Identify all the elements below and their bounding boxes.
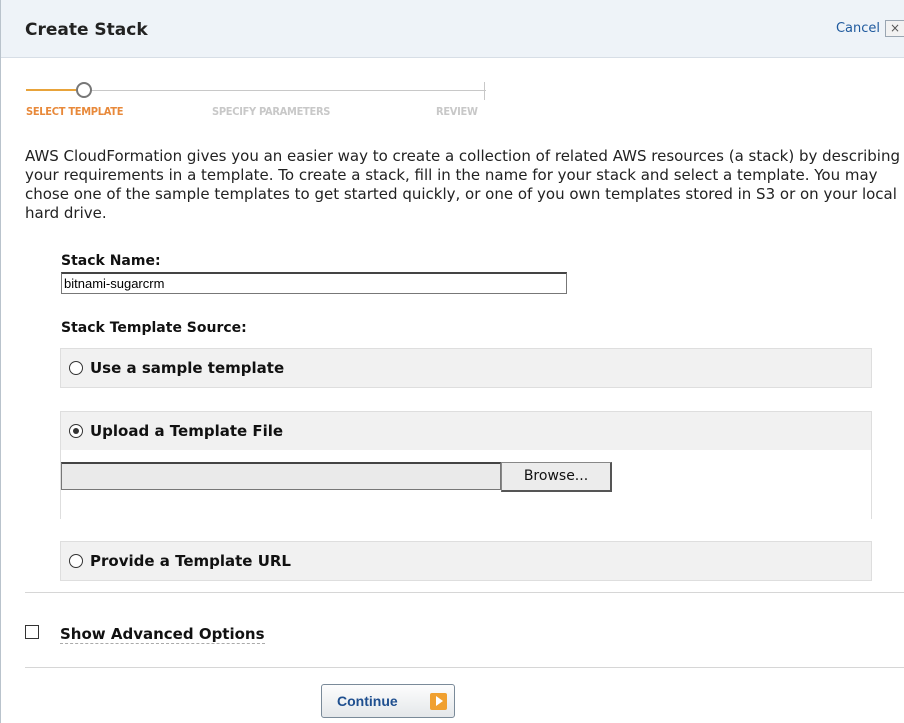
- advanced-options-checkbox[interactable]: [25, 625, 39, 639]
- radio-icon[interactable]: [69, 554, 83, 568]
- footer-divider: [25, 667, 904, 668]
- sample-template-radio-row[interactable]: Use a sample template: [69, 349, 284, 387]
- dialog-title: Create Stack: [25, 20, 148, 40]
- template-source-label: Stack Template Source:: [61, 320, 247, 336]
- wizard-progress: SELECT TEMPLATE SPECIFY PARAMETERS REVIE…: [26, 80, 486, 120]
- step-select-template: SELECT TEMPLATE: [26, 105, 124, 118]
- continue-button[interactable]: Continue: [321, 684, 455, 718]
- sample-template-option[interactable]: Use a sample template: [60, 348, 872, 388]
- stack-name-label: Stack Name:: [61, 253, 161, 269]
- upload-body: Browse...: [61, 450, 871, 520]
- upload-template-radio-row[interactable]: Upload a Template File: [69, 412, 283, 450]
- continue-label: Continue: [337, 693, 398, 709]
- progress-end-marker: [484, 82, 485, 100]
- progress-track: [26, 90, 486, 91]
- progress-track-done: [26, 89, 76, 91]
- browse-button[interactable]: Browse...: [501, 462, 612, 492]
- create-stack-dialog: Create Stack Cancel × SELECT TEMPLATE SP…: [0, 0, 904, 723]
- file-path-field[interactable]: [61, 462, 501, 490]
- step-review: REVIEW: [436, 105, 478, 118]
- current-step-dot-icon: [76, 82, 92, 98]
- template-url-radio-row[interactable]: Provide a Template URL: [69, 542, 291, 580]
- arrow-right-icon: [430, 693, 447, 710]
- cancel-link[interactable]: Cancel: [836, 21, 880, 36]
- radio-icon[interactable]: [69, 361, 83, 375]
- template-url-option[interactable]: Provide a Template URL: [60, 541, 872, 581]
- dialog-titlebar: Create Stack Cancel ×: [1, 0, 904, 58]
- close-icon[interactable]: ×: [885, 20, 904, 37]
- template-url-label: Provide a Template URL: [90, 552, 291, 570]
- radio-selected-icon[interactable]: [69, 424, 83, 438]
- intro-text: AWS CloudFormation gives you an easier w…: [25, 147, 900, 222]
- advanced-options-label[interactable]: Show Advanced Options: [60, 625, 265, 644]
- step-specify-parameters: SPECIFY PARAMETERS: [212, 105, 331, 118]
- section-divider: [25, 592, 904, 593]
- upload-template-option[interactable]: Upload a Template File Browse...: [60, 411, 872, 520]
- stack-name-input[interactable]: [61, 272, 567, 294]
- sample-template-label: Use a sample template: [90, 359, 285, 377]
- upload-template-label: Upload a Template File: [90, 422, 284, 440]
